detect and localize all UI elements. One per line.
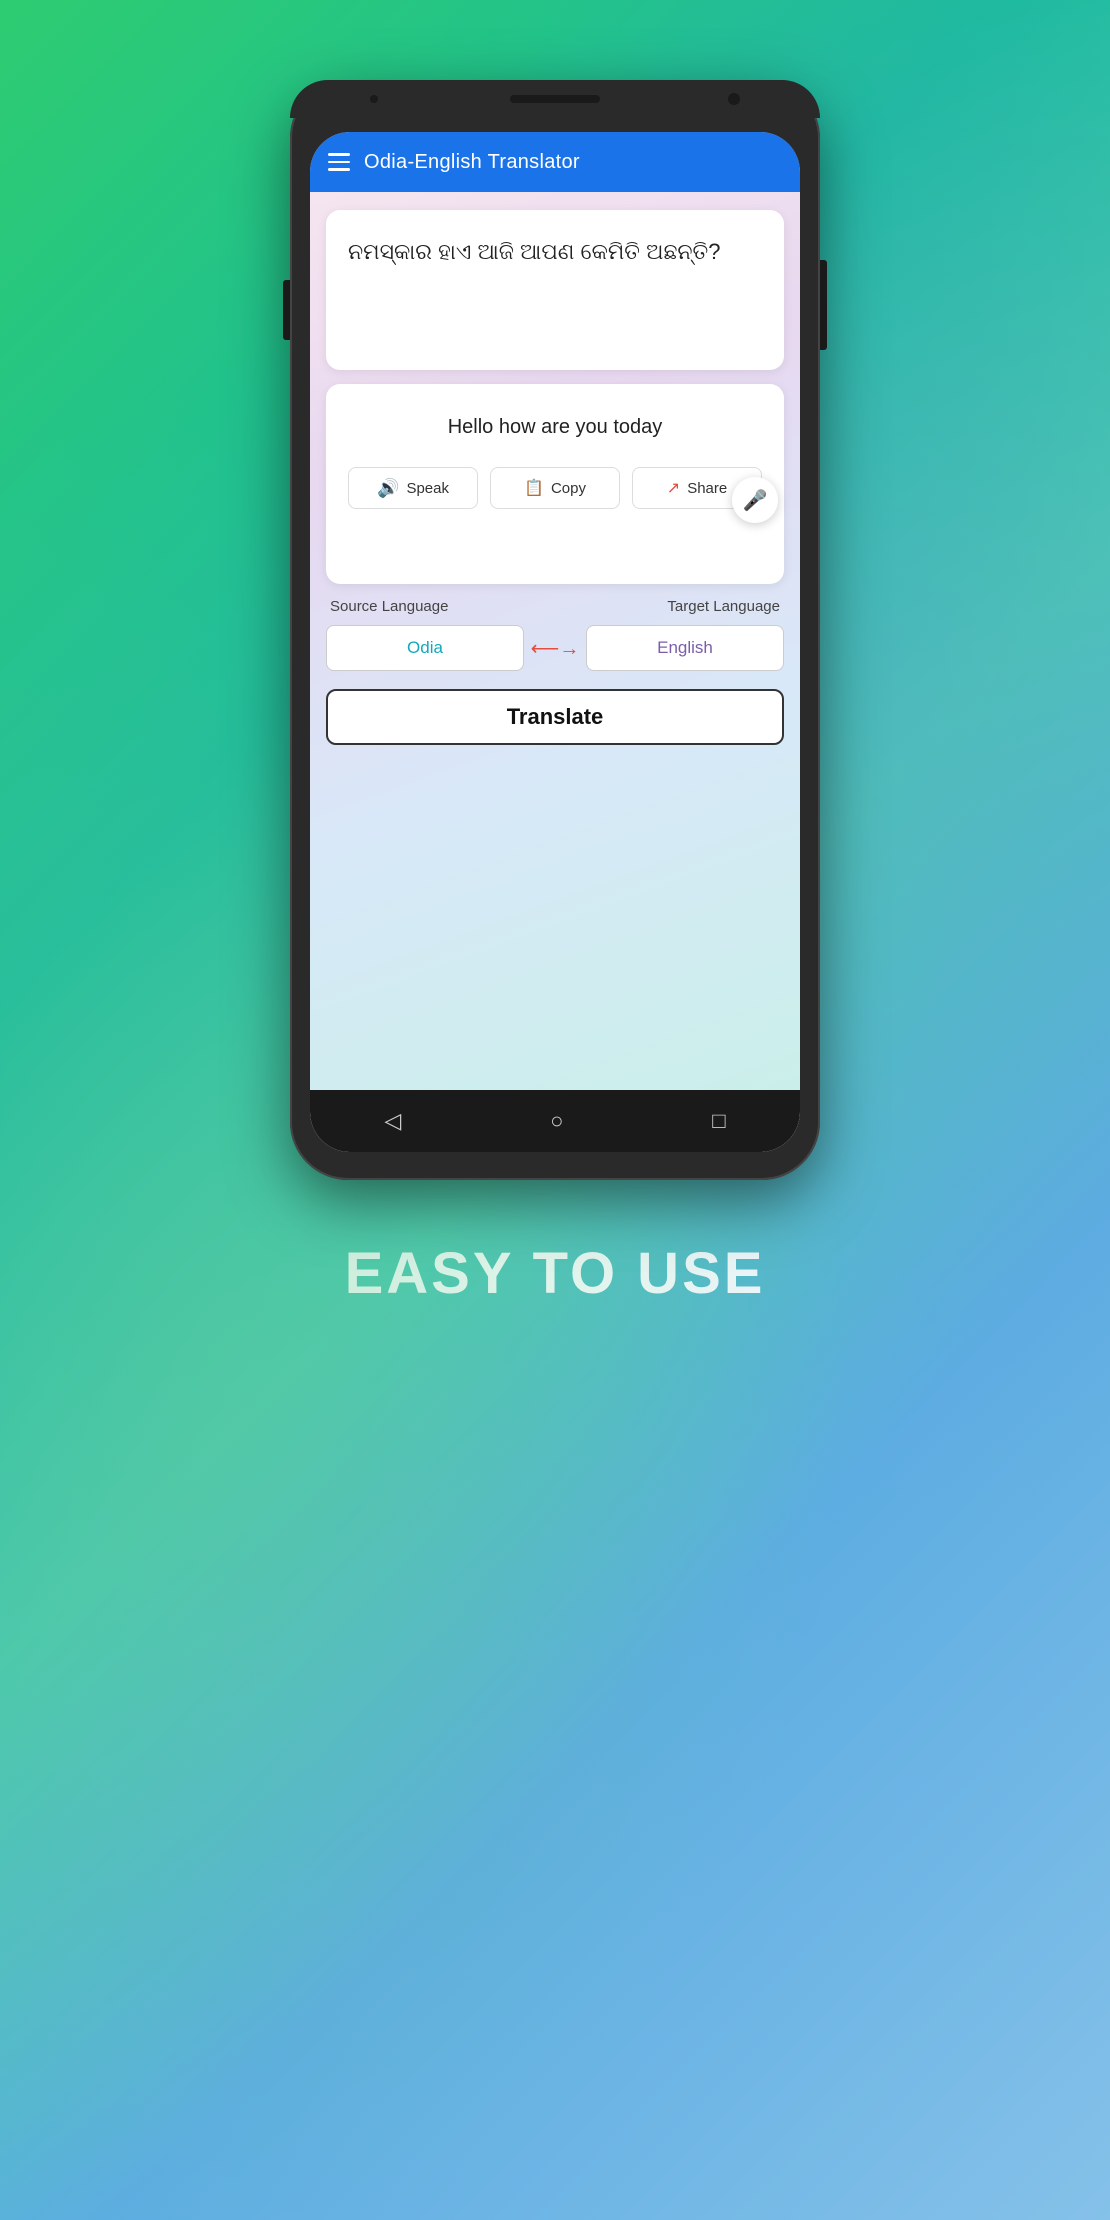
speaker-bar bbox=[510, 95, 600, 103]
phone-notch bbox=[290, 80, 820, 118]
phone-frame: Odia-English Translator ନମସ୍କାର ହାଏ ଆଜି … bbox=[290, 80, 820, 1180]
share-icon: ↗ bbox=[667, 478, 680, 498]
copy-icon: 📋 bbox=[524, 478, 544, 498]
bottom-navigation: ◁ ○ □ bbox=[310, 1090, 800, 1152]
app-bar: Odia-English Translator bbox=[310, 132, 800, 192]
translate-button-label: Translate bbox=[507, 704, 604, 730]
menu-button[interactable] bbox=[328, 153, 350, 171]
phone-screen: Odia-English Translator ନମସ୍କାର ହାଏ ଆଜି … bbox=[310, 132, 800, 1152]
app-content: ନମସ୍କାର ହାଏ ଆଜି ଆପଣ କେମିତି ଅଛନ୍ତି? 🎤 Hel… bbox=[310, 192, 800, 1090]
copy-button[interactable]: 📋 Copy bbox=[490, 467, 620, 509]
target-language-value: English bbox=[657, 638, 713, 658]
translate-button[interactable]: Translate bbox=[326, 689, 784, 745]
odia-input-text[interactable]: ନମସ୍କାର ହାଏ ଆଜି ଆପଣ କେମିତି ଅଛନ୍ତି? bbox=[348, 234, 762, 269]
share-label: Share bbox=[687, 480, 727, 497]
lang-labels: Source Language Target Language bbox=[326, 598, 784, 615]
lang-selectors: Odia ⟵→ English bbox=[326, 625, 784, 671]
home-button[interactable]: ○ bbox=[550, 1108, 563, 1134]
copy-label: Copy bbox=[551, 480, 586, 497]
speak-label: Speak bbox=[406, 480, 449, 497]
recents-button[interactable]: □ bbox=[712, 1108, 725, 1134]
app-title: Odia-English Translator bbox=[364, 151, 580, 174]
swap-icon: ⟵→ bbox=[531, 636, 580, 661]
phone-outer: Odia-English Translator ନମସ୍କାର ହାଏ ଆଜି … bbox=[290, 80, 820, 1180]
source-language-button[interactable]: Odia bbox=[326, 625, 524, 671]
language-section: Source Language Target Language Odia ⟵→ … bbox=[326, 598, 784, 671]
mic-icon: 🎤 bbox=[743, 488, 768, 513]
sensor-dot bbox=[370, 95, 378, 103]
source-language-label: Source Language bbox=[330, 598, 448, 615]
speaker-icon: 🔊 bbox=[377, 478, 399, 499]
mic-button[interactable]: 🎤 bbox=[732, 477, 778, 523]
input-card[interactable]: ନମସ୍କାର ହାଏ ଆଜି ଆପଣ କେମିତି ଅଛନ୍ତି? bbox=[326, 210, 784, 370]
swap-languages-button[interactable]: ⟵→ bbox=[532, 630, 578, 666]
target-language-button[interactable]: English bbox=[586, 625, 784, 671]
back-button[interactable]: ◁ bbox=[384, 1108, 401, 1134]
camera-dot bbox=[728, 93, 740, 105]
source-language-value: Odia bbox=[407, 638, 443, 658]
speak-button[interactable]: 🔊 Speak bbox=[348, 467, 478, 509]
target-language-label: Target Language bbox=[667, 598, 780, 615]
output-card: Hello how are you today 🔊 Speak 📋 Copy ↗ bbox=[326, 384, 784, 584]
translated-text: Hello how are you today bbox=[348, 406, 762, 449]
action-buttons: 🔊 Speak 📋 Copy ↗ Share bbox=[348, 467, 762, 509]
tagline: EASY TO USE bbox=[345, 1240, 766, 1307]
